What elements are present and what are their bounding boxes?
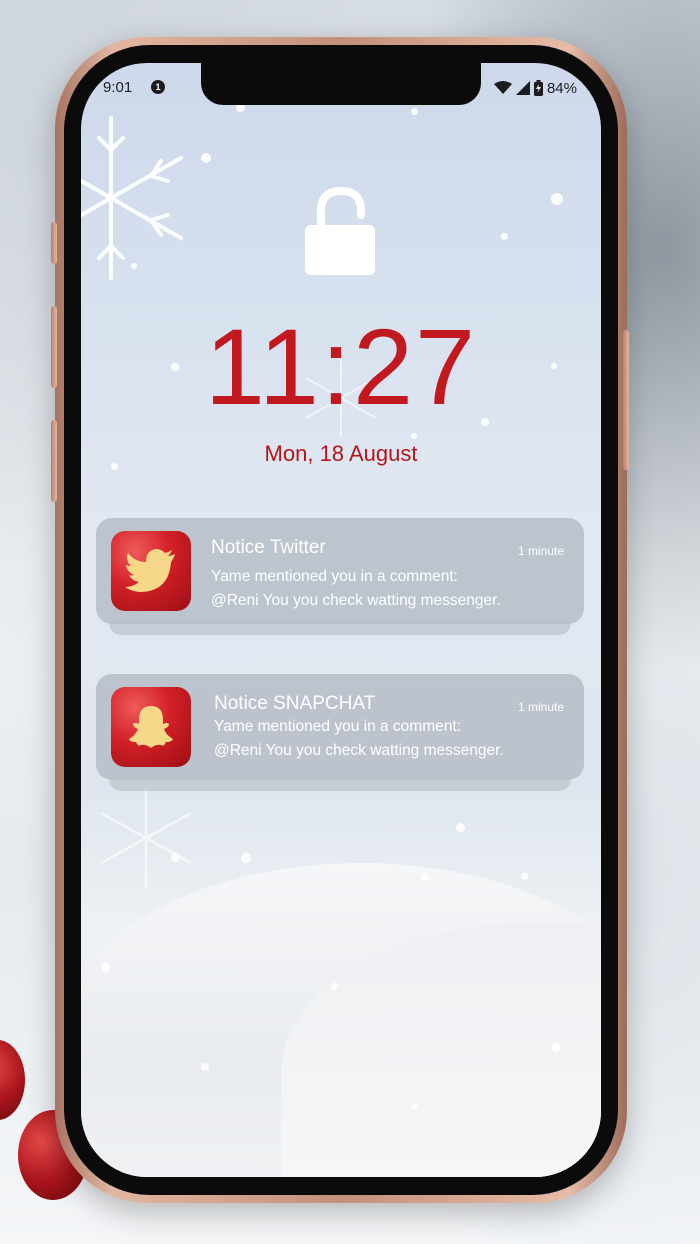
notification-body-line2: @Reni You you check watting messenger. (214, 742, 504, 759)
notification-time: 1 minute (517, 700, 564, 714)
battery-icon (533, 80, 543, 96)
volume-up-button (51, 306, 57, 388)
snow-particle (551, 193, 563, 205)
notification-badge: 1 (151, 80, 165, 94)
status-time: 9:01 (103, 79, 133, 96)
battery-percentage: 84% (546, 79, 577, 97)
red-ornament (0, 1040, 25, 1120)
snow-particle (501, 233, 508, 240)
snowflake-decoration (81, 116, 183, 280)
status-right-group: 84% (493, 77, 577, 99)
snow-particle (411, 108, 418, 115)
snow-particle (331, 983, 338, 990)
snow-particle (131, 263, 137, 269)
notification-body-line1: Yame mentioned you in a comment: (211, 568, 458, 585)
app-icon-twitter (111, 531, 191, 611)
lock-clock: 11:27 (204, 306, 478, 427)
snow-particle (201, 1063, 209, 1071)
signal-icon (515, 81, 530, 95)
app-icon-snapchat (111, 687, 191, 767)
snow-particle (421, 873, 429, 881)
snow-particle (171, 853, 180, 862)
mute-switch (51, 222, 57, 264)
snow-particle (101, 963, 110, 972)
snow-particle (456, 823, 465, 832)
volume-down-button (51, 420, 57, 502)
lock-screen: 9:01 1 84% 11:27 Mon, 18 August Notice T… (81, 63, 601, 1177)
snow-particle (411, 433, 417, 439)
snowflake-decoration (100, 788, 192, 888)
notification-body-line2: @Reni You you check watting messenger. (211, 592, 501, 609)
snow-particle (241, 853, 251, 863)
notification-card-snapchat[interactable]: Notice SNAPCHAT 1 minute Yame mentioned … (96, 674, 584, 780)
camera-notch (201, 63, 481, 105)
notification-body-line1: Yame mentioned you in a comment: (214, 718, 461, 735)
unlock-icon[interactable] (305, 187, 377, 277)
lock-date: Mon, 18 August (264, 441, 418, 466)
snow-particle (551, 1043, 560, 1052)
wifi-icon (493, 81, 512, 94)
power-button (623, 330, 629, 470)
notification-time: 1 minute (517, 544, 564, 558)
snow-particle (201, 153, 211, 163)
snow-particle (411, 1103, 418, 1110)
snapchat-ghost-icon (129, 706, 173, 748)
notification-card-twitter[interactable]: Notice Twitter 1 minute Yame mentioned y… (96, 518, 584, 624)
notification-title: Notice SNAPCHAT (214, 693, 376, 714)
twitter-bird-icon (125, 549, 175, 592)
snow-particle (521, 873, 528, 880)
notification-title: Notice Twitter (211, 537, 326, 558)
